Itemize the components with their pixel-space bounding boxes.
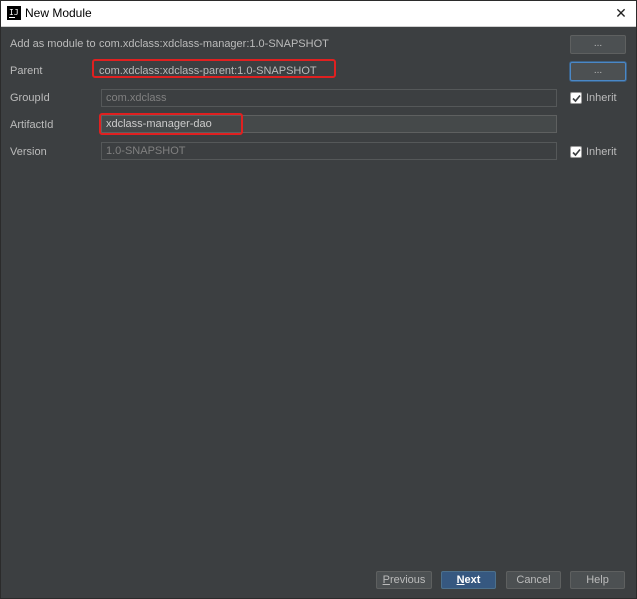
artifact-id-field[interactable] — [101, 115, 557, 133]
intellij-icon: IJ — [7, 6, 21, 20]
parent-label: Parent — [10, 65, 43, 77]
cancel-button[interactable]: Cancel — [506, 571, 561, 589]
add-as-module-label: Add as module to — [10, 38, 96, 50]
close-icon[interactable]: ✕ — [612, 4, 630, 22]
app-icon-letters: IJ — [9, 8, 19, 17]
parent-browse-button[interactable]: ... — [570, 62, 626, 81]
next-button-label: Next — [456, 574, 481, 586]
group-id-inherit-box[interactable] — [570, 92, 582, 104]
help-button-label: Help — [586, 574, 609, 586]
parent-value[interactable]: com.xdclass:xdclass-parent:1.0-SNAPSHOT — [99, 64, 317, 78]
group-id-field[interactable] — [101, 89, 557, 107]
check-icon — [572, 94, 581, 103]
add-as-module-browse-button[interactable]: ... — [570, 35, 626, 54]
next-button[interactable]: Next — [441, 571, 496, 589]
previous-button-label: Previous — [382, 574, 426, 586]
title-bar: IJ New Module ✕ — [1, 1, 636, 27]
add-as-module-value: com.xdclass:xdclass-manager:1.0-SNAPSHOT — [99, 38, 329, 50]
help-button[interactable]: Help — [570, 571, 625, 589]
group-id-label: GroupId — [10, 92, 50, 104]
cancel-button-label: Cancel — [516, 574, 551, 586]
window-title: New Module — [25, 6, 92, 20]
check-icon — [572, 148, 581, 157]
version-inherit-box[interactable] — [570, 146, 582, 158]
version-field[interactable] — [101, 142, 557, 160]
version-inherit-label: Inherit — [586, 146, 617, 158]
group-id-inherit-label: Inherit — [586, 92, 617, 104]
version-label: Version — [10, 146, 47, 158]
new-module-dialog: IJ New Module ✕ Add as module to com.xdc… — [0, 0, 637, 599]
artifact-id-label: ArtifactId — [10, 119, 54, 131]
previous-button[interactable]: Previous — [376, 571, 432, 589]
